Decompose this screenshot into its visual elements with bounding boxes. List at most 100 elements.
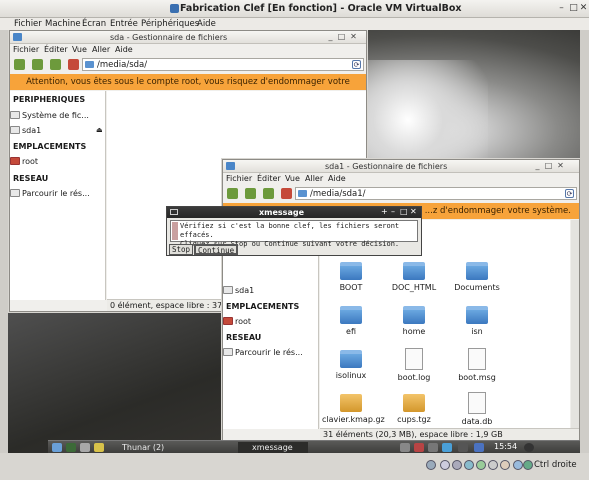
maximize-icon[interactable]: □ (400, 207, 408, 216)
minimize-icon[interactable]: _ (533, 161, 542, 171)
network-icon[interactable] (442, 443, 452, 452)
minimize-icon[interactable]: _ (326, 32, 335, 42)
network-adapter-icon[interactable] (476, 460, 486, 470)
menu-fichier[interactable]: Fichier (226, 174, 252, 183)
harddisk-icon[interactable] (426, 460, 436, 470)
sidebar-item-root[interactable]: root (10, 157, 38, 166)
shared-folder-icon[interactable] (488, 460, 498, 470)
thunar-sda1-titlebar[interactable]: sda1 - Gestionnaire de fichiers _ □ ✕ (223, 160, 579, 173)
file-item[interactable]: DOC_HTML (385, 262, 443, 292)
document-icon (468, 392, 486, 414)
close-icon[interactable]: ✕ (578, 3, 589, 14)
file-item[interactable]: boot.msg (448, 348, 506, 382)
continue-button[interactable]: Continue (194, 244, 239, 255)
mouse-integration-icon[interactable] (513, 460, 523, 470)
file-item[interactable]: isn (448, 306, 506, 336)
minimize-icon[interactable]: – (391, 207, 395, 216)
close-icon[interactable]: ✕ (410, 207, 417, 216)
menu-machine[interactable]: Machine (45, 19, 81, 29)
files-icon[interactable] (80, 443, 90, 452)
pin-icon[interactable]: + (381, 207, 388, 216)
sidebar-item-label: Parcourir le rés... (235, 348, 303, 357)
menu-peripheriques[interactable]: Périphériques (141, 19, 199, 29)
tray-icon[interactable] (400, 443, 410, 452)
file-item[interactable]: BOOT (322, 262, 380, 292)
terminal-icon[interactable] (66, 443, 76, 452)
thunar-sda-sidebar: PERIPHERIQUES Système de fic... sda1 ⏏ EM… (10, 91, 106, 300)
menu-entree[interactable]: Entrée (110, 19, 138, 29)
maximize-icon[interactable]: □ (337, 32, 346, 42)
power-icon[interactable] (524, 443, 534, 452)
tray-icon[interactable] (414, 443, 424, 452)
menu-ecran[interactable]: Écran (82, 19, 106, 29)
menu-aide[interactable]: Aide (115, 45, 133, 54)
location-bar[interactable]: /media/sda/ ⟳ (82, 58, 364, 71)
menu-vue[interactable]: Vue (285, 174, 300, 183)
file-item[interactable]: cups.tgz (385, 394, 443, 424)
menu-icon[interactable] (52, 443, 62, 452)
xmessage-titlebar[interactable]: xmessage + – □ ✕ (167, 207, 421, 218)
file-item[interactable]: isolinux (322, 350, 380, 380)
eject-icon[interactable]: ⏏ (96, 126, 103, 134)
reload-icon[interactable]: ⟳ (565, 189, 574, 198)
window-title: sda1 - Gestionnaire de fichiers (325, 162, 448, 171)
menu-aide[interactable]: Aide (197, 19, 216, 29)
menu-editer[interactable]: Éditer (44, 45, 68, 54)
file-item[interactable]: home (385, 306, 443, 336)
forward-icon[interactable] (32, 59, 43, 70)
usb-icon[interactable] (464, 460, 474, 470)
host-key-icon[interactable] (523, 460, 533, 470)
file-item[interactable]: boot.log (385, 348, 443, 382)
up-icon[interactable] (263, 188, 274, 199)
sidebar-header-peripheriques: PERIPHERIQUES (13, 95, 86, 104)
tray-icon[interactable] (458, 443, 468, 452)
reload-icon[interactable]: ⟳ (352, 60, 361, 69)
folder-icon (403, 306, 425, 324)
menu-fichier[interactable]: Fichier (13, 45, 39, 54)
back-icon[interactable] (227, 188, 238, 199)
menu-aller[interactable]: Aller (92, 45, 110, 54)
back-icon[interactable] (14, 59, 25, 70)
virtualbox-titlebar[interactable]: Fabrication Clef [En fonction] - Oracle … (0, 0, 589, 18)
floppy-icon[interactable] (452, 460, 462, 470)
tray-icon[interactable] (428, 443, 438, 452)
home-icon[interactable] (68, 59, 79, 70)
menu-fichier[interactable]: Fichier (14, 19, 42, 29)
sidebar-item-sda1[interactable]: sda1 ⏏ (10, 126, 103, 135)
location-bar[interactable]: /media/sda1/ ⟳ (295, 187, 577, 200)
menu-editer[interactable]: Éditer (257, 174, 281, 183)
browser-icon[interactable] (94, 443, 104, 452)
file-item[interactable]: efi (322, 306, 380, 336)
maximize-icon[interactable]: □ (544, 161, 553, 171)
home-icon[interactable] (281, 188, 292, 199)
menu-aller[interactable]: Aller (305, 174, 323, 183)
sidebar-item-root[interactable]: root (223, 317, 252, 326)
file-item[interactable]: data.db (448, 392, 506, 426)
sidebar-item-network[interactable]: Parcourir le rés... (223, 348, 303, 357)
forward-icon[interactable] (245, 188, 256, 199)
file-item[interactable]: Documents (448, 262, 506, 292)
menu-aide[interactable]: Aide (328, 174, 346, 183)
close-icon[interactable]: ✕ (349, 32, 358, 42)
scrollbar[interactable] (571, 220, 579, 429)
guest-screen[interactable]: sda - Gestionnaire de fichiers _ □ ✕ Fic… (8, 30, 580, 453)
virtualbox-status-bar: Ctrl droite (0, 453, 589, 480)
sidebar-item-sda1[interactable]: sda1 (223, 286, 254, 295)
thunar-sda-titlebar[interactable]: sda - Gestionnaire de fichiers _ □ ✕ (10, 31, 366, 44)
minimize-icon[interactable]: – (556, 3, 567, 14)
file-item[interactable]: clavier.kmap.gz (322, 394, 385, 424)
stop-button[interactable]: Stop (169, 244, 194, 255)
capture-icon[interactable] (500, 460, 510, 470)
sidebar-item-network[interactable]: Parcourir le rés... (10, 189, 90, 198)
task-xmessage[interactable]: xmessage (238, 442, 308, 453)
close-icon[interactable]: ✕ (556, 161, 565, 171)
sidebar-item-label: root (235, 317, 252, 326)
optical-drive-icon[interactable] (440, 460, 450, 470)
menu-vue[interactable]: Vue (72, 45, 87, 54)
sidebar-item-systeme[interactable]: Système de fic... (10, 111, 89, 120)
folder-icon (13, 33, 22, 41)
volume-icon[interactable] (474, 443, 484, 452)
up-icon[interactable] (50, 59, 61, 70)
task-thunar[interactable]: Thunar (2) (108, 442, 194, 453)
window-menu-icon[interactable] (170, 209, 178, 215)
